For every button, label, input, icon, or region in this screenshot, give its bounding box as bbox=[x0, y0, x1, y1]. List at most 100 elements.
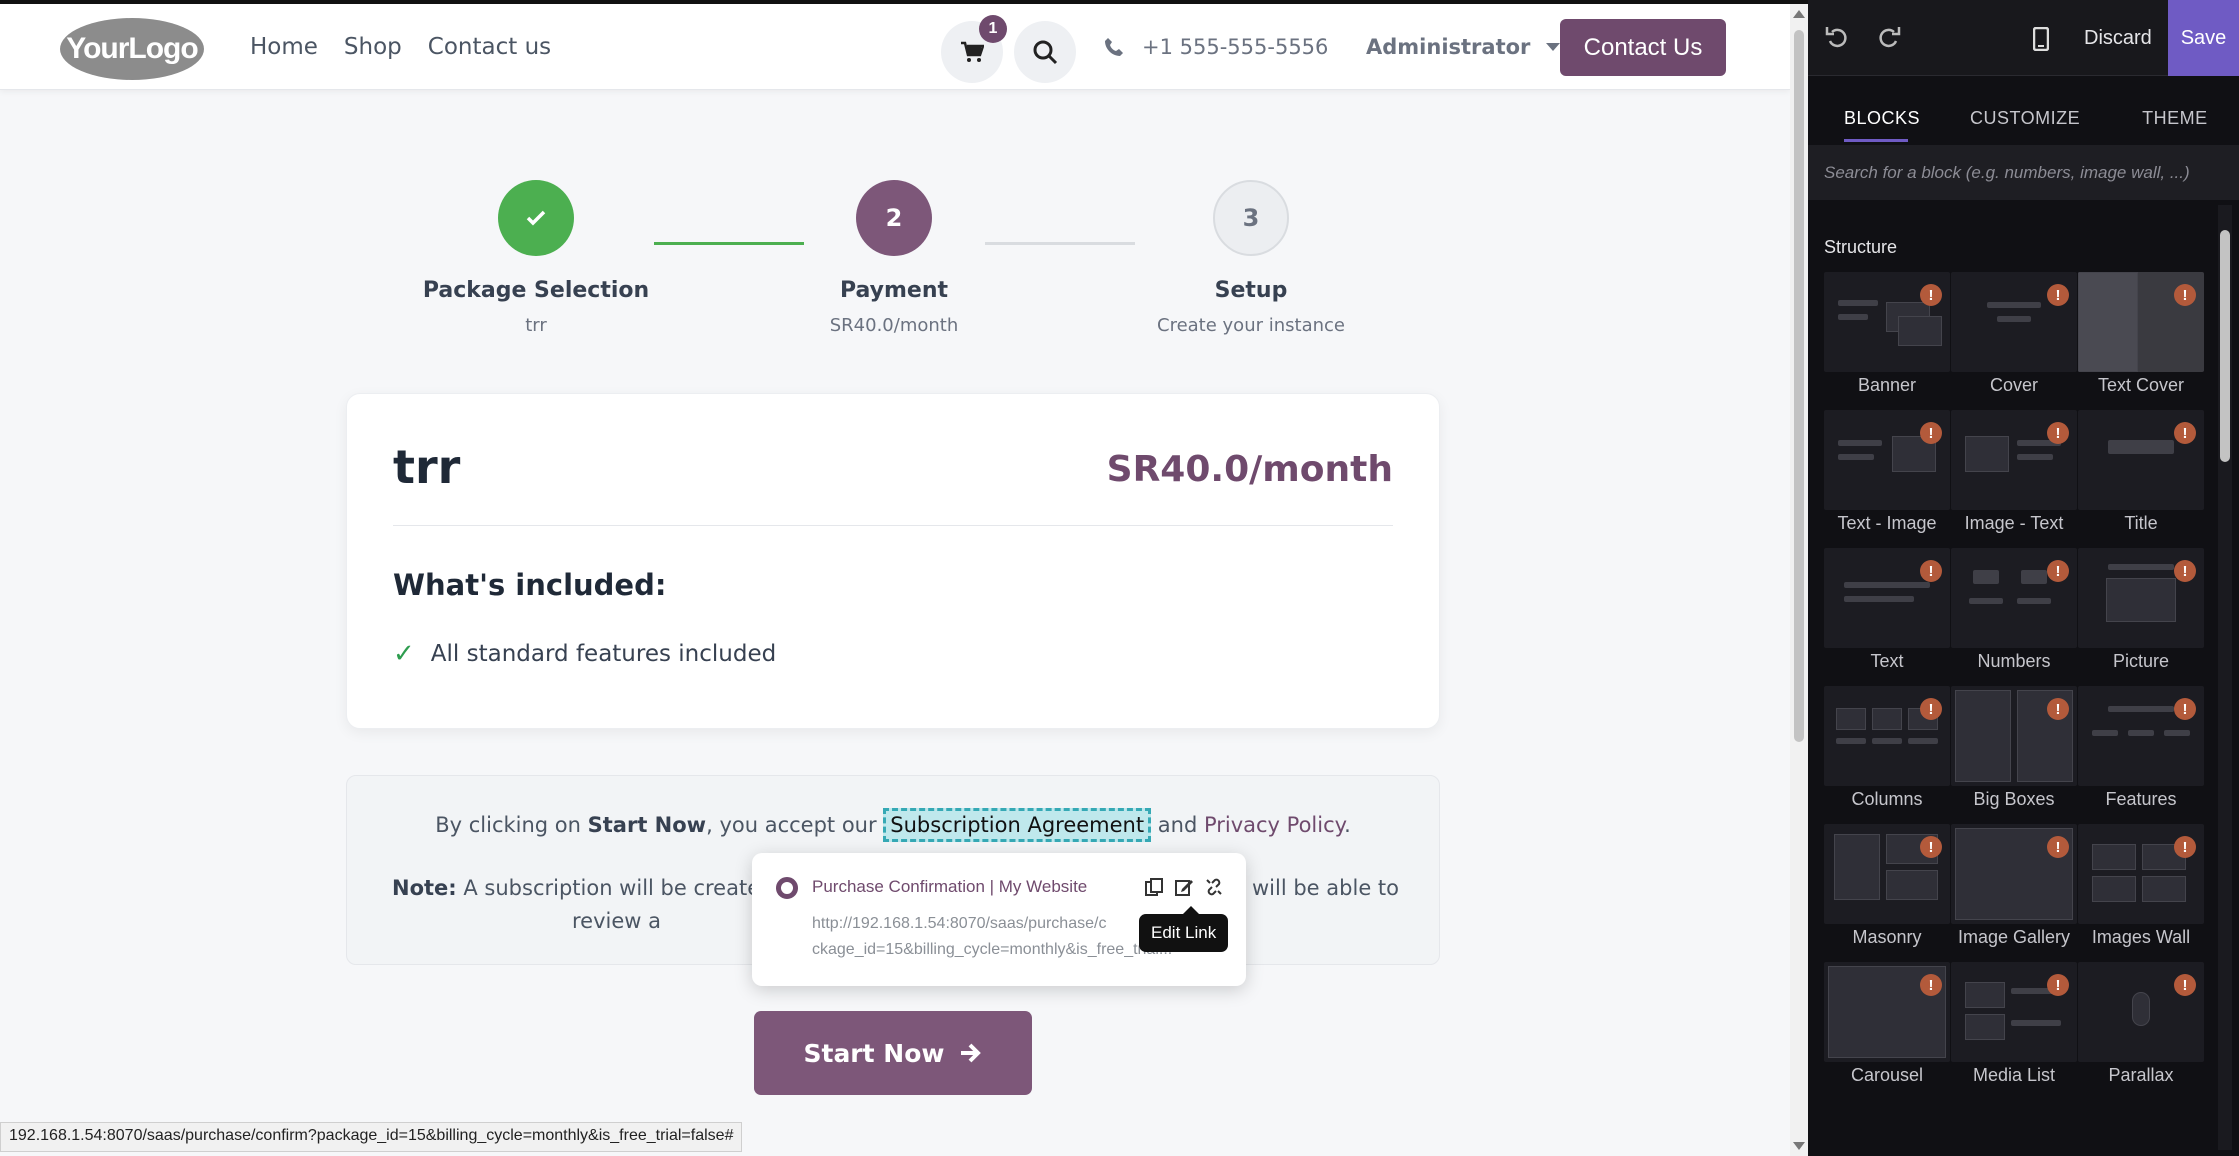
warning-icon: ! bbox=[2047, 974, 2069, 996]
subscription-agreement-link[interactable]: Subscription Agreement bbox=[883, 808, 1152, 842]
site-logo[interactable]: YourLogo bbox=[60, 18, 204, 80]
warning-icon: ! bbox=[1920, 836, 1942, 858]
block-text[interactable]: ! Text bbox=[1824, 548, 1950, 676]
phone-contact[interactable]: +1 555-555-5556 bbox=[1104, 4, 1328, 90]
block-image-gallery[interactable]: ! Image Gallery bbox=[1951, 824, 2077, 952]
block-columns[interactable]: ! Columns bbox=[1824, 686, 1950, 814]
page-scrollbar[interactable] bbox=[1790, 4, 1808, 1156]
phone-icon bbox=[1105, 38, 1123, 56]
block-carousel[interactable]: ! Carousel bbox=[1824, 962, 1950, 1090]
panel-scrollbar-thumb[interactable] bbox=[2220, 230, 2230, 462]
terms-and: and bbox=[1151, 813, 1204, 837]
block-label: Text bbox=[1870, 651, 1904, 671]
scroll-down-icon[interactable] bbox=[1793, 1142, 1805, 1150]
warning-icon: ! bbox=[2047, 422, 2069, 444]
step-subtitle: SR40.0/month bbox=[829, 315, 959, 336]
warning-icon: ! bbox=[2047, 284, 2069, 306]
contact-us-button[interactable]: Contact Us bbox=[1560, 19, 1726, 76]
block-big-boxes[interactable]: ! Big Boxes bbox=[1951, 686, 2077, 814]
warning-icon: ! bbox=[1920, 284, 1942, 306]
warning-icon: ! bbox=[1920, 560, 1942, 582]
warning-icon: ! bbox=[2047, 560, 2069, 582]
user-menu[interactable]: Administrator bbox=[1366, 4, 1561, 90]
website-preview: YourLogo Home Shop Contact us 1 +1 555-5… bbox=[0, 0, 1790, 1156]
block-title[interactable]: ! Title bbox=[2078, 410, 2204, 538]
copy-link-icon[interactable] bbox=[1144, 877, 1164, 897]
redo-icon[interactable] bbox=[1876, 24, 1902, 50]
scroll-up-icon[interactable] bbox=[1793, 10, 1805, 18]
block-label: Columns bbox=[1851, 789, 1923, 809]
block-numbers[interactable]: ! Numbers bbox=[1951, 548, 2077, 676]
package-card: trr SR40.0/month What's included: ✓ All … bbox=[346, 393, 1440, 729]
warning-icon: ! bbox=[2174, 560, 2196, 582]
navbar: YourLogo Home Shop Contact us 1 +1 555-5… bbox=[0, 4, 1790, 90]
warning-icon: ! bbox=[2174, 422, 2196, 444]
block-text-cover[interactable]: ! Text Cover bbox=[2078, 272, 2204, 400]
block-cover[interactable]: ! Cover bbox=[1951, 272, 2077, 400]
editor-panel: Discard Save BLOCKS CUSTOMIZE THEME Sear… bbox=[1808, 0, 2239, 1156]
logo-text: YourLogo bbox=[66, 32, 198, 65]
tab-blocks[interactable]: BLOCKS bbox=[1844, 90, 1920, 142]
block-masonry[interactable]: ! Masonry bbox=[1824, 824, 1950, 952]
block-label: Image Gallery bbox=[1957, 927, 2071, 947]
block-search-input[interactable]: Search for a block (e.g. numbers, image … bbox=[1808, 145, 2239, 200]
block-parallax[interactable]: ! Parallax bbox=[2078, 962, 2204, 1090]
block-label: Picture bbox=[2112, 651, 2170, 671]
block-label: Cover bbox=[1989, 375, 2038, 395]
undo-icon[interactable] bbox=[1824, 24, 1850, 50]
note-label: Note: bbox=[392, 876, 457, 900]
unlink-icon[interactable] bbox=[1204, 877, 1224, 897]
package-name: trr bbox=[393, 440, 461, 494]
terms-prefix: By clicking on bbox=[435, 813, 588, 837]
block-features[interactable]: ! Features bbox=[2078, 686, 2204, 814]
discard-button[interactable]: Discard bbox=[2084, 0, 2152, 76]
checkmark-icon bbox=[498, 180, 574, 256]
tab-theme[interactable]: THEME bbox=[2142, 90, 2208, 142]
warning-icon: ! bbox=[2047, 698, 2069, 720]
nav-link-contact[interactable]: Contact us bbox=[428, 34, 551, 60]
block-label: Carousel bbox=[1850, 1065, 1924, 1085]
block-label: Big Boxes bbox=[1973, 789, 2055, 809]
block-images-wall[interactable]: ! Images Wall bbox=[2078, 824, 2204, 952]
browser-status-url: 192.168.1.54:8070/saas/purchase/confirm?… bbox=[0, 1122, 743, 1152]
card-divider bbox=[393, 525, 1393, 526]
block-label: Text Cover bbox=[2097, 375, 2185, 395]
panel-scrollbar[interactable] bbox=[2218, 205, 2232, 1150]
step-title: Payment bbox=[839, 278, 949, 303]
search-button[interactable] bbox=[1014, 21, 1076, 83]
edit-link-icon[interactable] bbox=[1174, 877, 1194, 897]
block-label: Parallax bbox=[2108, 1065, 2174, 1085]
step-subtitle: Create your instance bbox=[1157, 315, 1345, 336]
terms-end: . bbox=[1344, 813, 1351, 837]
step-title: Package Selection bbox=[422, 278, 650, 303]
block-text-image[interactable]: ! Text - Image bbox=[1824, 410, 1950, 538]
privacy-policy-link[interactable]: Privacy Policy bbox=[1204, 813, 1344, 837]
mobile-preview-icon[interactable] bbox=[2033, 27, 2049, 51]
editor-toolbar: Discard Save bbox=[1808, 0, 2239, 76]
scrollbar-thumb[interactable] bbox=[1794, 30, 1804, 742]
block-media-list[interactable]: ! Media List bbox=[1951, 962, 2077, 1090]
block-label: Image - Text bbox=[1964, 513, 2064, 533]
warning-icon: ! bbox=[2174, 974, 2196, 996]
step-number: 3 bbox=[1213, 180, 1289, 256]
step-subtitle: trr bbox=[525, 315, 547, 336]
start-now-label: Start Now bbox=[803, 1038, 945, 1068]
nav-link-home[interactable]: Home bbox=[250, 34, 318, 60]
arrow-right-icon bbox=[960, 1043, 981, 1063]
warning-icon: ! bbox=[1920, 698, 1942, 720]
tab-customize[interactable]: CUSTOMIZE bbox=[1970, 90, 2080, 142]
block-banner[interactable]: ! Banner bbox=[1824, 272, 1950, 400]
nav-links: Home Shop Contact us bbox=[250, 4, 551, 90]
link-page-title[interactable]: Purchase Confirmation | My Website bbox=[812, 877, 1087, 897]
block-picture[interactable]: ! Picture bbox=[2078, 548, 2204, 676]
terms-start-now: Start Now bbox=[587, 813, 707, 837]
warning-icon: ! bbox=[2174, 284, 2196, 306]
nav-link-shop[interactable]: Shop bbox=[344, 34, 402, 60]
block-label: Features bbox=[2105, 789, 2177, 809]
block-image-text[interactable]: ! Image - Text bbox=[1951, 410, 2077, 538]
block-label: Numbers bbox=[1977, 651, 2051, 671]
cart-icon bbox=[961, 41, 984, 62]
start-now-button[interactable]: Start Now bbox=[754, 1011, 1032, 1095]
save-button[interactable]: Save bbox=[2168, 0, 2239, 76]
cart-button[interactable]: 1 bbox=[941, 15, 1007, 83]
